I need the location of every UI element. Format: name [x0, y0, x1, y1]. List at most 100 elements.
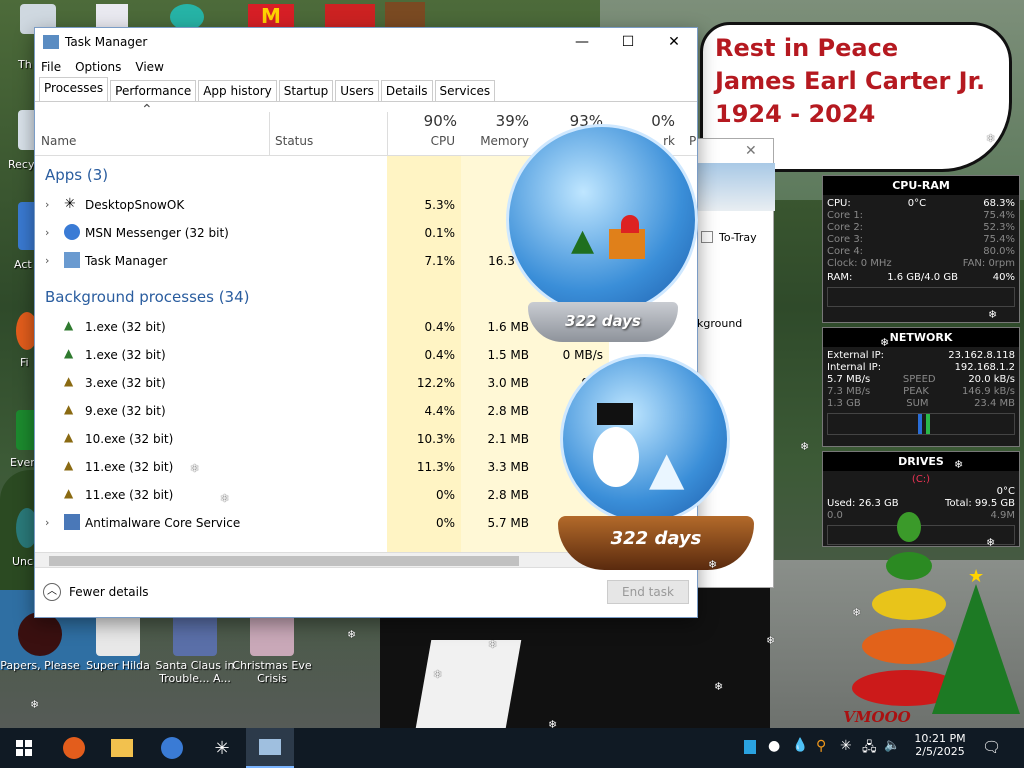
header-power[interactable]: P: [689, 134, 696, 148]
desktop-icon-santa-claus[interactable]: Santa Claus in Trouble... A...: [155, 612, 235, 685]
to-tray-checkbox[interactable]: [701, 231, 713, 243]
clock[interactable]: 10:21 PM 2/5/2025: [912, 732, 968, 758]
task-manager-taskbar-button[interactable]: [246, 728, 294, 768]
snowflake-icon: ❄: [800, 440, 810, 453]
snow-globe-top[interactable]: ▲: [506, 124, 698, 316]
desktop-label-4[interactable]: Ever: [10, 456, 35, 469]
minimize-button[interactable]: —: [559, 34, 605, 50]
tray-app-icon[interactable]: [744, 740, 756, 754]
desktop-icon-papers-please[interactable]: Papers, Please: [0, 612, 80, 672]
snowflake-icon: ✳: [64, 196, 76, 212]
desktop-label-1[interactable]: Recy: [8, 158, 34, 171]
desktop-icon-super-hilda[interactable]: Super Hilda: [78, 612, 158, 672]
process-name: 10.exe (32 bit): [85, 432, 174, 446]
snowflake-icon: ❄: [190, 462, 200, 475]
drop-icon[interactable]: 💧: [792, 738, 808, 753]
fewer-details-link[interactable]: Fewer details: [69, 585, 149, 599]
group-background[interactable]: Background processes (34): [45, 288, 250, 306]
tab-processes[interactable]: Processes: [39, 77, 109, 101]
clock-label: Clock: 0 MHz: [827, 258, 892, 269]
process-memory: 3.0 MB: [487, 376, 529, 390]
start-button[interactable]: [0, 728, 48, 768]
super-hilda-icon: [96, 612, 140, 656]
collapse-chevron-icon[interactable]: ︿: [43, 583, 61, 601]
header-cpu[interactable]: CPU: [387, 134, 455, 148]
drives-title: DRIVES: [823, 452, 1019, 471]
expand-chevron-icon[interactable]: ›: [45, 198, 49, 211]
menu-options[interactable]: Options: [75, 60, 121, 74]
expand-chevron-icon[interactable]: ›: [45, 516, 49, 529]
cpu-ram-widget[interactable]: CPU-RAM CPU: 0°C 68.3% Core 1: 75.4% Core…: [822, 175, 1020, 323]
volume-icon[interactable]: 🔈: [884, 738, 900, 753]
tab-users[interactable]: Users: [335, 80, 379, 101]
close-button[interactable]: ✕: [651, 34, 697, 50]
tab-performance[interactable]: Performance: [110, 80, 197, 101]
reindeer-icon[interactable]: [385, 2, 425, 28]
footer-bar: ︿ Fewer details End task: [35, 567, 697, 617]
firefox-taskbar-button[interactable]: [50, 728, 98, 768]
fan-label: FAN: 0rpm: [962, 258, 1015, 269]
msn-tray-icon[interactable]: ●: [768, 738, 780, 754]
table-row[interactable]: ▲ 1.exe (32 bit) 0.4% 1.5 MB 0 MB/s: [35, 342, 697, 370]
snowflake-tray-icon[interactable]: ✳: [840, 738, 852, 754]
external-ip: 23.162.8.118: [948, 350, 1015, 361]
desktop-label-2[interactable]: Act: [14, 258, 32, 271]
snowflake-icon: ❄: [986, 132, 996, 145]
menu-view[interactable]: View: [135, 60, 163, 74]
process-cpu: 0%: [435, 516, 455, 530]
header-status[interactable]: Status: [275, 134, 313, 148]
drive-total: Total: 99.5 GB: [945, 498, 1015, 509]
desktop-label-5[interactable]: Unc: [12, 555, 33, 568]
snowflake-icon: ❄: [714, 680, 724, 693]
close-icon[interactable]: ✕: [745, 143, 757, 159]
msn-taskbar-button[interactable]: [148, 728, 196, 768]
maximize-button[interactable]: ☐: [605, 34, 651, 50]
desktop-icon-christmas-eve[interactable]: Christmas Eve Crisis: [232, 612, 312, 685]
search-tray-icon[interactable]: ⚲: [816, 738, 826, 754]
expand-chevron-icon[interactable]: ›: [45, 254, 49, 267]
tab-details[interactable]: Details: [380, 80, 433, 101]
download-bar: [918, 414, 922, 434]
service-icon: [64, 514, 80, 530]
snowflake-icon: ❄: [30, 698, 40, 711]
papers-please-icon: [18, 612, 62, 656]
network-icon[interactable]: 🖧: [862, 738, 877, 760]
snowflake-icon: ❄: [708, 558, 718, 571]
scrollbar-thumb[interactable]: [49, 556, 519, 566]
icon-label: Super Hilda: [86, 659, 150, 672]
background-label: kground: [697, 317, 743, 330]
tab-startup[interactable]: Startup: [278, 80, 334, 101]
snowflake-icon: ❄: [852, 606, 862, 619]
msn-icon: [64, 224, 80, 240]
desktop-label-0[interactable]: Th: [18, 58, 32, 71]
group-apps[interactable]: Apps (3): [45, 166, 108, 184]
header-cpu-pct[interactable]: 90%: [387, 112, 457, 130]
taskbar: ✳ ● 💧 ⚲ ✳ 🖧 🔈 10:21 PM 2/5/2025 🗨: [0, 728, 1024, 768]
snow-globe-bottom[interactable]: ▲: [560, 354, 730, 524]
cpu-label: CPU:: [827, 198, 851, 209]
header-mem-pct[interactable]: 39%: [461, 112, 529, 130]
cpu-ram-title: CPU-RAM: [823, 176, 1019, 195]
tab-services[interactable]: Services: [434, 80, 496, 101]
title-bar[interactable]: Task Manager — ☐ ✕: [35, 28, 697, 56]
end-task-button[interactable]: End task: [607, 580, 689, 604]
drive-write: 4.9M: [990, 510, 1015, 521]
file-explorer-button[interactable]: [98, 728, 146, 768]
process-name: 1.exe (32 bit): [85, 348, 166, 362]
tab-app-history[interactable]: App history: [198, 80, 277, 101]
desktop-label-3[interactable]: Fi: [20, 356, 29, 369]
task-manager-icon: [64, 252, 80, 268]
header-name[interactable]: Name: [41, 134, 76, 148]
snowflake-icon: ❄: [880, 336, 890, 349]
notifications-icon[interactable]: 🗨: [982, 738, 1001, 756]
menu-file[interactable]: File: [41, 60, 61, 74]
process-cpu: 0.1%: [424, 226, 456, 240]
process-memory: 1.6 MB: [487, 320, 529, 334]
expand-chevron-icon[interactable]: ›: [45, 226, 49, 239]
process-memory: 2.1 MB: [487, 432, 529, 446]
folder-icon: [111, 739, 133, 757]
network-widget[interactable]: NETWORK External IP: 23.162.8.118 Interna…: [822, 327, 1020, 447]
header-memory[interactable]: Memory: [461, 134, 529, 148]
peak-down: 7.3 MB/s: [827, 386, 871, 397]
snow-taskbar-button[interactable]: ✳: [198, 728, 246, 768]
